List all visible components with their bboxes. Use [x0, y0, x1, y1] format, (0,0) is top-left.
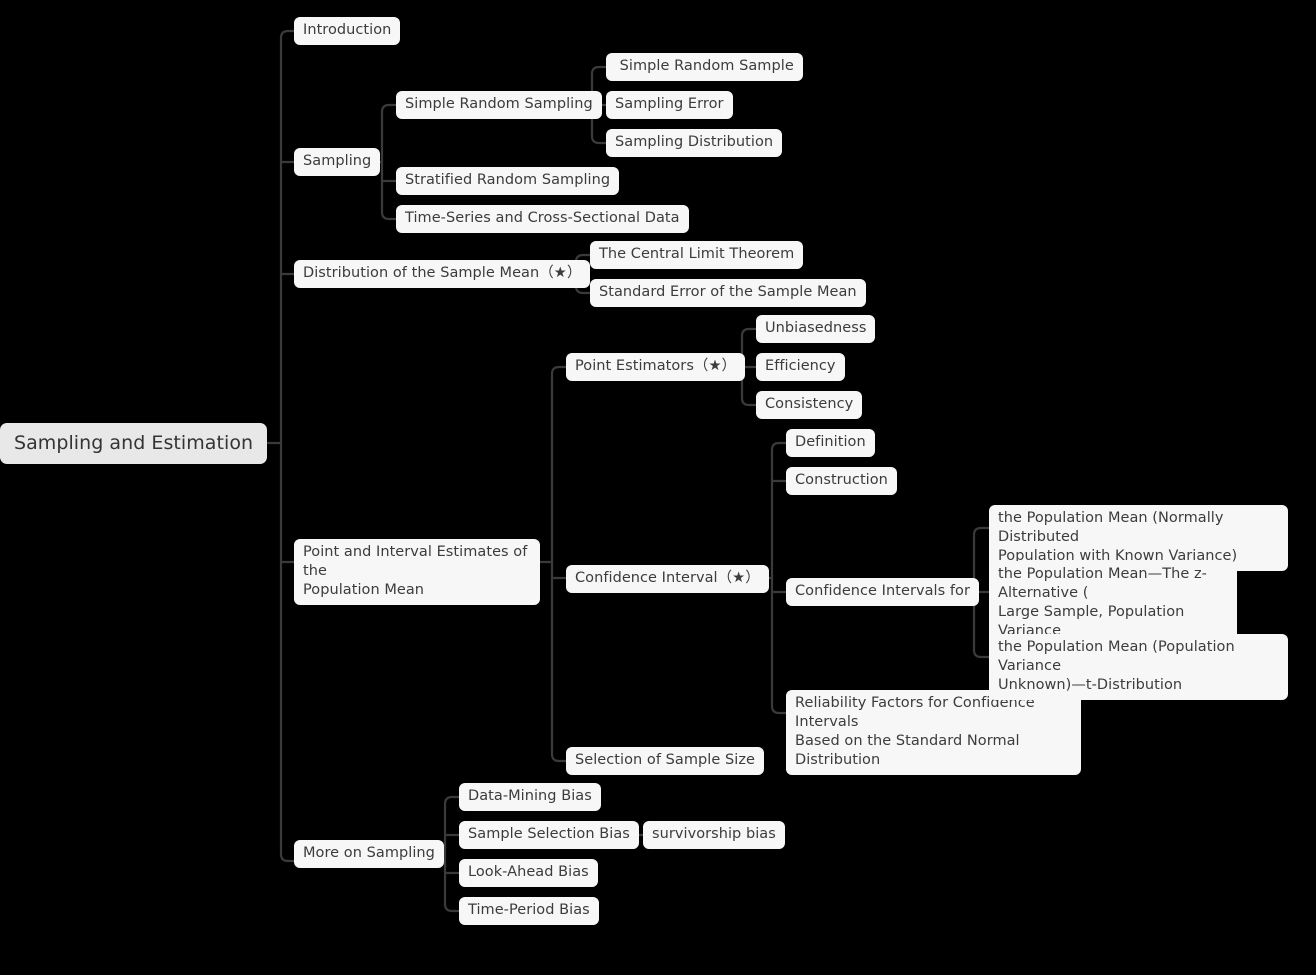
link-to-consistency [740, 396, 758, 407]
node-sample-selection-bias[interactable]: Sample Selection Bias [459, 821, 639, 849]
node-efficiency[interactable]: Efficiency [756, 353, 845, 381]
link-to-time-series [380, 210, 398, 221]
node-the-central-limit-theorem[interactable]: The Central Limit Theorem [590, 241, 804, 269]
node-confidence-intervals-for[interactable]: Confidence Intervals for [786, 578, 979, 606]
link-to-introduction [279, 29, 296, 40]
link-to-simple-random-sampling [380, 103, 398, 114]
node-more-on-sampling[interactable]: More on Sampling [294, 840, 444, 868]
node-standard-error-of-the-sample-mean[interactable]: Standard Error of the Sample Mean [590, 279, 866, 307]
link-to-definition [770, 441, 788, 452]
root-node-sampling-and-estimation[interactable]: Sampling and Estimation [0, 423, 268, 464]
node-time-series-and-cross-sectional-data[interactable]: Time-Series and Cross-Sectional Data [396, 205, 689, 233]
link-to-data-mining-bias [443, 795, 461, 806]
node-point-and-interval-estimates-of-the-population-mean[interactable]: Point and Interval Estimates of the Popu… [294, 539, 540, 605]
node-data-mining-bias[interactable]: Data-Mining Bias [459, 783, 601, 811]
node-definition[interactable]: Definition [786, 429, 875, 457]
node-distribution-of-the-sample-mean[interactable]: Distribution of the Sample Mean（★） [294, 260, 591, 288]
node-stratified-random-sampling[interactable]: Stratified Random Sampling [396, 167, 620, 195]
node-confidence-interval[interactable]: Confidence Interval（★） [566, 565, 769, 593]
mindmap-canvas: Sampling and Estimation Introduction Sam… [0, 0, 1316, 975]
node-point-estimators[interactable]: Point Estimators（★） [566, 353, 746, 381]
node-survivorship-bias[interactable]: survivorship bias [643, 821, 785, 849]
node-consistency[interactable]: Consistency [756, 391, 863, 419]
node-unbiasedness[interactable]: Unbiasedness [756, 315, 876, 343]
node-time-period-bias[interactable]: Time-Period Bias [459, 897, 599, 925]
link-to-ci-t-distribution [972, 648, 991, 659]
node-selection-of-sample-size[interactable]: Selection of Sample Size [566, 747, 764, 775]
node-sampling-error[interactable]: Sampling Error [606, 91, 733, 119]
node-introduction[interactable]: Introduction [294, 17, 401, 45]
node-look-ahead-bias[interactable]: Look-Ahead Bias [459, 859, 598, 887]
link-to-time-period-bias [443, 902, 461, 913]
link-to-unbiasedness [740, 327, 758, 338]
link-to-point-estimators [550, 365, 568, 376]
link-to-more-on-sampling [279, 852, 296, 863]
link-to-reliability-factors [770, 704, 788, 715]
node-sampling-distribution[interactable]: Sampling Distribution [606, 129, 783, 157]
node-reliability-factors-for-confidence-intervals[interactable]: Reliability Factors for Confidence Inter… [786, 690, 1081, 775]
link-to-simple-random-sample [590, 65, 608, 76]
node-ci-population-mean-t-distribution[interactable]: the Population Mean (Population Variance… [989, 634, 1288, 700]
node-simple-random-sample[interactable]: Simple Random Sample [606, 53, 803, 81]
link-to-ci-known-variance [972, 526, 991, 537]
node-simple-random-sampling[interactable]: Simple Random Sampling [396, 91, 602, 119]
link-to-sampling-distribution [590, 134, 608, 145]
link-to-selection-sample-size [550, 752, 568, 763]
node-construction[interactable]: Construction [786, 467, 897, 495]
node-sampling[interactable]: Sampling [294, 148, 381, 176]
